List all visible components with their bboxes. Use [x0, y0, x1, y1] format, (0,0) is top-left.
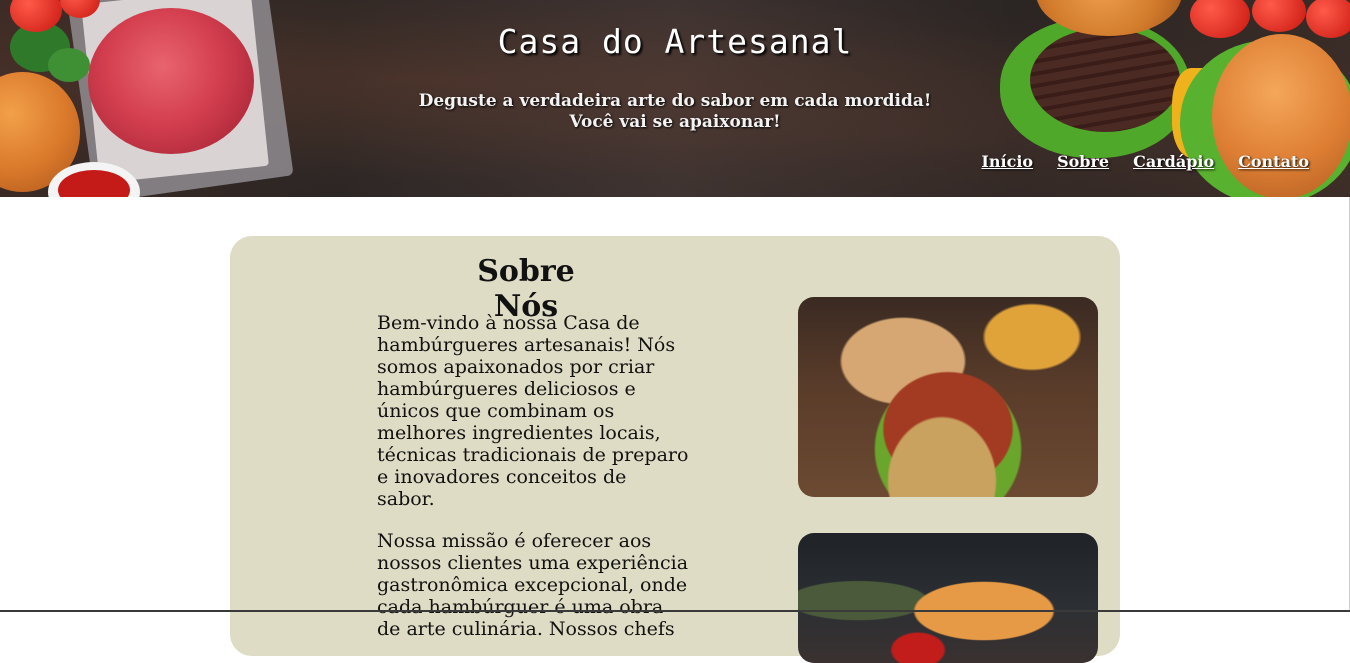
burger-photo-2 [798, 533, 1098, 663]
tagline-line-2: Você vai se apaixonar! [569, 112, 781, 132]
site-tagline: Deguste a verdadeira arte do sabor em ca… [0, 91, 1350, 133]
tagline-line-1: Deguste a verdadeira arte do sabor em ca… [418, 91, 932, 111]
about-paragraph-1: Bem-vindo à nossa Casa de hambúrgueres a… [377, 312, 689, 510]
nav-link-inicio[interactable]: Início [981, 152, 1033, 171]
nav-link-sobre[interactable]: Sobre [1057, 152, 1109, 171]
about-paragraph-2: Nossa missão é oferecer aos nossos clien… [377, 530, 689, 640]
nav-link-contato[interactable]: Contato [1238, 152, 1309, 171]
about-section: Sobre Nós Bem-vindo à nossa Casa de hamb… [230, 236, 1120, 663]
main-nav: Início Sobre Cardápio Contato [981, 152, 1309, 171]
nav-link-cardapio[interactable]: Cardápio [1133, 152, 1214, 171]
site-title: Casa do Artesanal [497, 22, 853, 61]
site-header: Casa do Artesanal Deguste a verdadeira a… [0, 0, 1350, 197]
about-text: Bem-vindo à nossa Casa de hambúrgueres a… [377, 312, 689, 660]
burger-photo [798, 297, 1098, 497]
